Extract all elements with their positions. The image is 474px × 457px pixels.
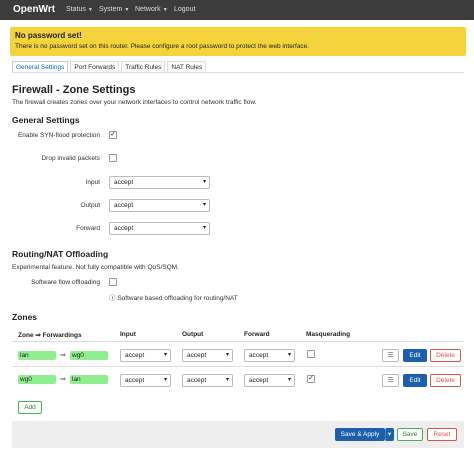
col-output: Output (182, 331, 204, 338)
input-policy-label: Input (85, 179, 100, 186)
menu-status[interactable]: Status ▼ (66, 6, 93, 13)
drag-handle-button[interactable]: ☰ (382, 349, 399, 362)
row-divider (12, 366, 464, 367)
forward-zone-badge: wg0 (70, 351, 108, 360)
drop-invalid-checkbox[interactable] (109, 154, 117, 162)
forward-arrow-icon: ⇒ (60, 352, 66, 359)
sw-offload-hint: ⓘ Software based offloading for routing/… (109, 292, 238, 302)
chevron-down-icon: ▾ (287, 377, 291, 383)
page-description: The firewall creates zones over your net… (12, 99, 257, 106)
syn-flood-label: Enable SYN-flood protection (17, 132, 100, 139)
edit-zone-button[interactable]: Edit (403, 374, 427, 387)
delete-zone-button[interactable]: Delete (430, 374, 461, 387)
forward-policy-value: accept (114, 225, 134, 232)
top-navbar: OpenWrt Status ▼ System ▼ Network ▼ Logout (0, 0, 474, 20)
col-forward: Forward (244, 331, 270, 338)
zone-forward-select[interactable]: accept ▾ (244, 374, 295, 387)
alert-title: No password set! (15, 31, 82, 40)
sw-offload-checkbox[interactable] (109, 278, 117, 286)
alert-message: There is no password set on this router.… (15, 43, 310, 50)
forward-policy-label: Forward (76, 225, 100, 232)
brand-logo[interactable]: OpenWrt (13, 4, 55, 15)
add-zone-button[interactable]: Add (18, 401, 42, 414)
delete-zone-button[interactable]: Delete (430, 349, 461, 362)
zone-output-select[interactable]: accept ▾ (182, 374, 233, 387)
menu-system[interactable]: System ▼ (99, 6, 129, 13)
menu-logout[interactable]: Logout (174, 6, 195, 13)
zone-badge: wg0 (18, 375, 56, 384)
general-settings-heading: General Settings (12, 115, 80, 125)
no-password-alert: No password set! There is no password se… (10, 27, 466, 56)
edit-zone-button[interactable]: Edit (403, 349, 427, 362)
forward-arrow-icon: ⇒ (60, 376, 66, 383)
offloading-heading: Routing/NAT Offloading (12, 249, 109, 259)
output-policy-value: accept (114, 202, 134, 209)
menu-system-label: System (99, 6, 123, 13)
masquerading-checkbox[interactable]: ✓ (307, 375, 315, 383)
col-zone-forwardings: Zone ⇒ Forwardings (18, 332, 82, 339)
reset-button[interactable]: Reset (427, 428, 457, 441)
chevron-down-icon: ▾ (387, 431, 392, 438)
chevron-down-icon: ▼ (162, 7, 168, 13)
zone-output-value: accept (187, 352, 207, 359)
drag-handle-button[interactable]: ☰ (382, 374, 399, 387)
zone-badge: lan (18, 351, 56, 360)
col-input: Input (120, 331, 136, 338)
checkmark-icon: ✓ (110, 131, 116, 138)
zones-header-divider (12, 341, 464, 342)
input-policy-select[interactable]: accept ▾ (109, 176, 210, 189)
save-apply-button[interactable]: Save & Apply (335, 428, 385, 441)
offloading-description: Experimental feature. Not fully compatib… (12, 264, 179, 271)
page-title: Firewall - Zone Settings (12, 84, 136, 96)
zone-forward-value: accept (249, 352, 269, 359)
chevron-down-icon: ▾ (225, 352, 229, 358)
zones-heading: Zones (12, 312, 38, 322)
syn-flood-checkbox[interactable]: ✓ (109, 131, 117, 139)
save-apply-dropdown[interactable]: ▾ (385, 428, 394, 441)
chevron-down-icon: ▾ (202, 225, 206, 231)
chevron-down-icon: ▼ (87, 7, 93, 13)
zone-forward-select[interactable]: accept ▾ (244, 349, 295, 362)
save-button[interactable]: Save (397, 428, 423, 441)
chevron-down-icon: ▾ (163, 352, 167, 358)
menu-network-label: Network (135, 6, 161, 13)
zone-output-value: accept (187, 377, 207, 384)
forward-policy-select[interactable]: accept ▾ (109, 222, 210, 235)
zone-input-select[interactable]: accept ▾ (120, 374, 171, 387)
tab-divider (12, 72, 464, 73)
chevron-down-icon: ▾ (202, 179, 206, 185)
chevron-down-icon: ▼ (124, 7, 130, 13)
col-masquerading: Masquerading (306, 331, 351, 338)
chevron-down-icon: ▾ (163, 377, 167, 383)
masquerading-checkbox[interactable] (307, 350, 315, 358)
menu-status-label: Status (66, 6, 86, 13)
menu-network[interactable]: Network ▼ (135, 6, 168, 13)
drop-invalid-label: Drop invalid packets (41, 155, 100, 162)
checkmark-icon: ✓ (308, 375, 314, 382)
forward-zone-badge: lan (70, 375, 108, 384)
output-policy-label: Output (80, 202, 100, 209)
zone-output-select[interactable]: accept ▾ (182, 349, 233, 362)
output-policy-select[interactable]: accept ▾ (109, 199, 210, 212)
sw-offload-label: Software flow offloading (31, 279, 100, 286)
zone-input-value: accept (125, 352, 145, 359)
sw-offload-hint-text: Software based offloading for routing/NA… (117, 295, 238, 302)
chevron-down-icon: ▾ (287, 352, 291, 358)
chevron-down-icon: ▾ (202, 202, 206, 208)
chevron-down-icon: ▾ (225, 377, 229, 383)
input-policy-value: accept (114, 179, 134, 186)
zone-input-value: accept (125, 377, 145, 384)
zone-forward-value: accept (249, 377, 269, 384)
info-icon: ⓘ (109, 295, 116, 302)
zone-input-select[interactable]: accept ▾ (120, 349, 171, 362)
